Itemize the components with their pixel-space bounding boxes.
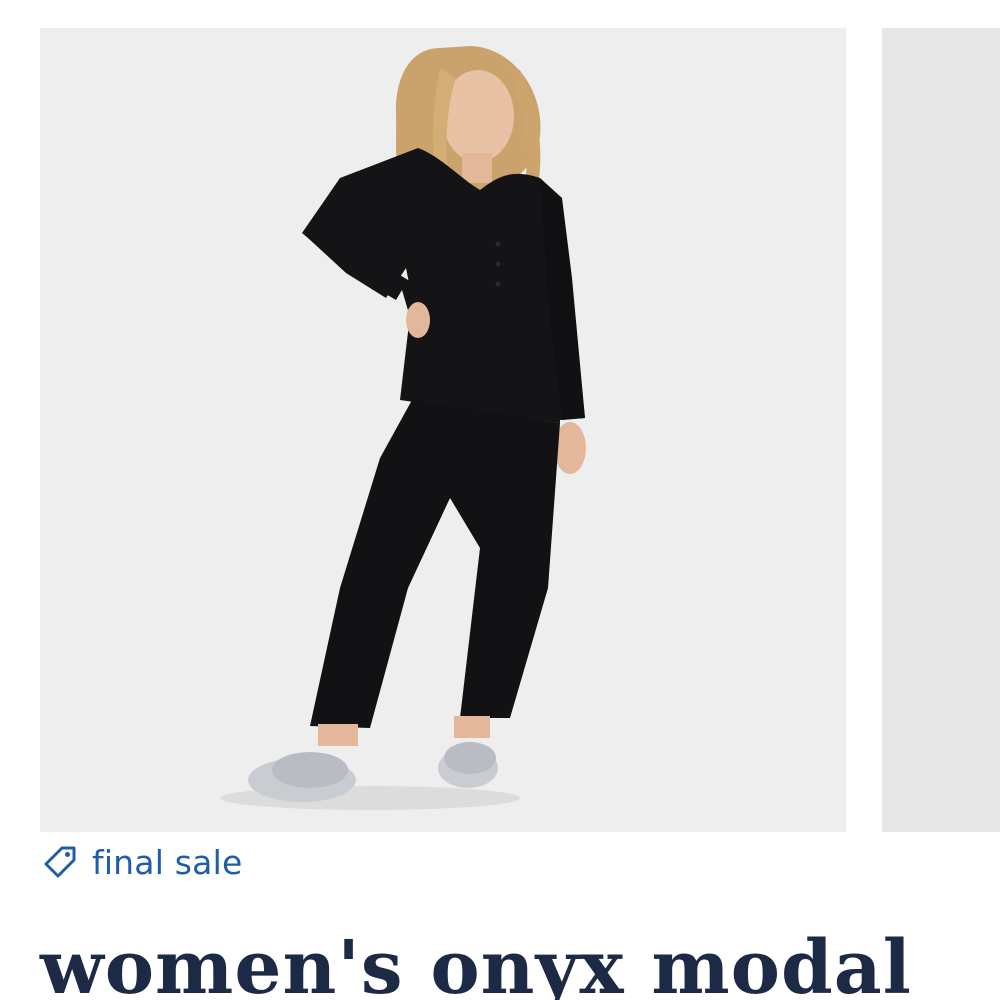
product-image-main[interactable] (40, 28, 846, 832)
product-image-next[interactable] (882, 28, 1000, 832)
product-page: final sale women's onyx modal (0, 0, 1000, 1000)
tag-icon (42, 844, 78, 880)
final-sale-badge: final sale (42, 842, 242, 882)
product-title: women's onyx modal (40, 925, 912, 1000)
badge-label: final sale (92, 842, 243, 882)
model-photo (220, 46, 586, 810)
product-image-carousel[interactable] (0, 0, 1000, 832)
